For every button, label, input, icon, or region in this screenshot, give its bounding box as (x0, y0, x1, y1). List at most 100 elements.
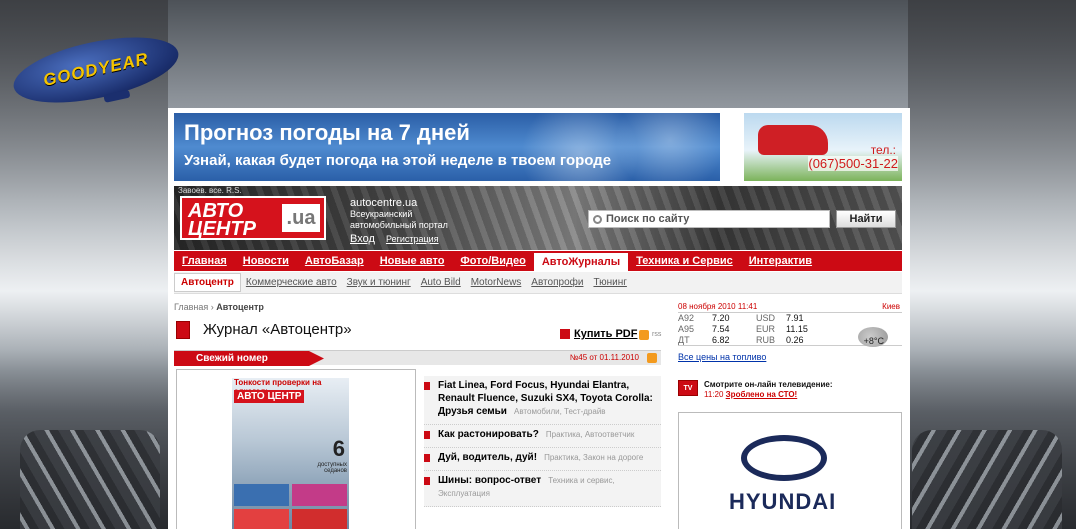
cover-block (234, 484, 289, 506)
article-icon (424, 454, 430, 462)
subnav-item-autobild[interactable]: Auto Bild (416, 277, 466, 288)
tv-icon: TV (678, 380, 698, 396)
cover-block (234, 509, 289, 529)
pdf-icon (560, 329, 570, 339)
sub-nav: Автоцентр Коммерческие авто Звук и тюнин… (174, 272, 902, 294)
tv-show-link[interactable]: Зроблено на СТО! (726, 390, 798, 399)
subnav-item-autocentre[interactable]: Автоцентр (174, 273, 241, 292)
hyundai-brand-text: HYUNDAI (729, 489, 837, 514)
list-item: Дуй, водитель, дуй! Практика, Закон на д… (424, 448, 661, 471)
tire-left-image (20, 430, 160, 529)
hyundai-ad[interactable]: HYUNDAI (678, 412, 902, 529)
article-icon (424, 477, 430, 485)
page-container: Прогноз погоды на 7 дней Узнай, какая бу… (168, 108, 910, 529)
car-ad-tel-label: тел.: (870, 143, 896, 157)
magazine-cover[interactable]: Тонкости проверки на алкоголь АВТО ЦЕНТР… (232, 378, 349, 529)
subnav-item-commercial[interactable]: Коммерческие авто (241, 277, 342, 288)
site-name: autocentre.ua (350, 197, 418, 209)
date-time: 08 ноября 2010 11:41 (678, 302, 758, 311)
banner-clouds (520, 113, 720, 181)
weather-banner-ad[interactable]: Прогноз погоды на 7 дней Узнай, какая бу… (174, 113, 720, 181)
blimp-text: GOODYEAR (41, 49, 151, 90)
article-category[interactable]: Практика, Закон на дороге (544, 453, 643, 462)
ad-row: Прогноз погоды на 7 дней Узнай, какая бу… (168, 108, 910, 184)
buy-pdf-link[interactable]: Купить PDF (574, 328, 637, 340)
fresh-rss-icon[interactable] (647, 353, 657, 363)
list-item: Шины: вопрос-ответ Техника и сервис, Экс… (424, 471, 661, 507)
all-fuel-prices-link[interactable]: Все цены на топливо (678, 352, 766, 362)
tv-time: 11:20 (704, 390, 724, 399)
nav-item-home[interactable]: Главная (174, 251, 235, 271)
car-ad[interactable]: тел.: (067)500-31-22 (744, 113, 902, 181)
currency-name: RUB (756, 335, 776, 345)
main-nav: Главная Новости АвтоБазар Новые авто Фот… (174, 251, 902, 271)
tv-show: 11:20 Зроблено на СТО! (704, 390, 797, 399)
tagline-2: автомобильный портал (350, 220, 448, 230)
header-toplinks[interactable]: Завоев. все. R.S. (178, 186, 242, 195)
article-link[interactable]: Шины: вопрос-ответ (438, 475, 541, 486)
subnav-item-sound-tuning[interactable]: Звук и тюнинг (342, 277, 416, 288)
search-input[interactable]: Поиск по сайту (588, 210, 830, 228)
subnav-item-autoprofi[interactable]: Автопрофи (526, 277, 588, 288)
nav-item-autojournals[interactable]: АвтоЖурналы (533, 253, 629, 271)
nav-item-autobazar[interactable]: АвтоБазар (297, 251, 372, 271)
nav-item-interactive[interactable]: Интерактив (741, 251, 820, 271)
issue-number: №45 от 01.11.2010 (569, 353, 639, 362)
fuel-name: А95 (678, 324, 695, 334)
fuel-price: 7.54 (712, 324, 730, 334)
fuel-name: А92 (678, 313, 695, 323)
car-ad-phone: (067)500-31-22 (808, 156, 898, 171)
search-icon (593, 214, 602, 224)
nav-item-photo-video[interactable]: Фото/Видео (452, 251, 533, 271)
cover-block (292, 509, 347, 529)
subnav-item-tuning[interactable]: Тюнинг (588, 277, 631, 288)
logo-ua: .ua (282, 204, 320, 232)
currency-name: USD (756, 313, 776, 323)
breadcrumb-current: Автоцентр (216, 302, 264, 312)
list-item: Fiat Linea, Ford Focus, Hyundai Elantra,… (424, 376, 661, 425)
nav-item-news[interactable]: Новости (235, 251, 297, 271)
article-category[interactable]: Автомобили, Тест-драйв (514, 407, 606, 416)
tire-right-image (912, 430, 1062, 529)
site-logo[interactable]: АВТО ЦЕНТР .ua (180, 196, 326, 240)
rss-icon[interactable] (639, 330, 649, 340)
header-info: autocentre.ua Всеукраинский автомобильны… (350, 198, 448, 245)
table-row: А92 7.20 USD 7.91 (678, 313, 902, 324)
search-placeholder: Поиск по сайту (606, 213, 690, 225)
currency-rate: 7.91 (786, 313, 804, 323)
journal-icon (176, 321, 190, 339)
article-icon (424, 431, 430, 439)
fuel-price: 7.20 (712, 313, 730, 323)
subnav-item-motornews[interactable]: MotorNews (466, 277, 527, 288)
cover-big-number: 6 (332, 436, 345, 461)
list-item: Как растонировать? Практика, Автоответчи… (424, 425, 661, 448)
breadcrumb: Главная › Автоцентр (174, 302, 264, 312)
page-title: Журнал «Автоцентр» (203, 321, 352, 338)
nav-item-tech-service[interactable]: Техника и Сервис (628, 251, 741, 271)
article-list: Fiat Linea, Ford Focus, Hyundai Elantra,… (424, 376, 661, 507)
login-link[interactable]: Вход (350, 233, 375, 245)
fresh-issue-bar: Свежий номер №45 от 01.11.2010 (174, 350, 661, 366)
currency-rate: 11.15 (786, 324, 808, 334)
currency-rate: 0.26 (786, 335, 804, 345)
register-link[interactable]: Регистрация (386, 234, 439, 244)
fuel-price: 6.82 (712, 335, 730, 345)
article-link[interactable]: Дуй, водитель, дуй! (438, 452, 537, 463)
cover-logo: АВТО ЦЕНТР (234, 390, 305, 403)
nav-item-new-cars[interactable]: Новые авто (372, 251, 453, 271)
temperature: +8°C (863, 336, 884, 346)
article-category[interactable]: Практика, Автоответчик (546, 430, 634, 439)
currency-name: EUR (756, 324, 776, 334)
breadcrumb-home[interactable]: Главная (174, 302, 208, 312)
cover-sub: доступных седанов (317, 462, 347, 474)
search-button[interactable]: Найти (836, 210, 896, 228)
fuel-name: ДТ (678, 335, 690, 345)
cover-block (292, 484, 347, 506)
article-link[interactable]: Как растонировать? (438, 429, 539, 440)
rss-label: rss (652, 331, 662, 338)
tagline-1: Всеукраинский (350, 209, 413, 219)
hyundai-logo-icon (741, 435, 827, 481)
login-row: Вход Регистрация (350, 234, 448, 245)
fresh-issue-tab: Свежий номер (174, 351, 324, 366)
city-select[interactable]: Киев (882, 302, 900, 311)
